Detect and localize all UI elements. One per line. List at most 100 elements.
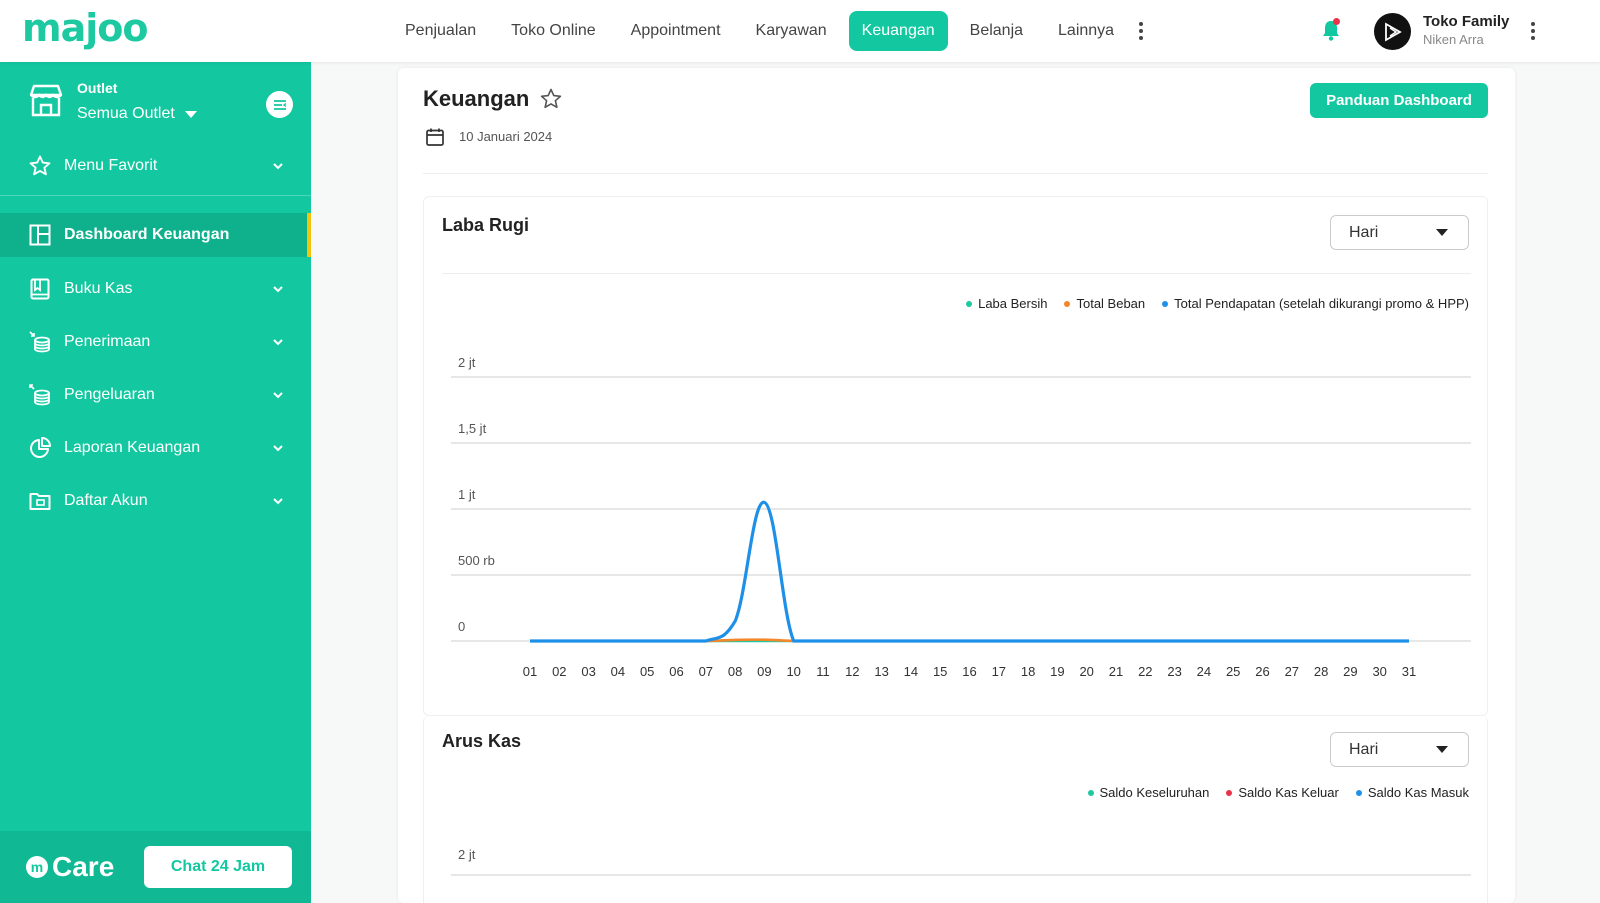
x-tick-label: 07	[699, 664, 713, 679]
y-tick-label: 1 jt	[458, 487, 476, 502]
nav-toko-online[interactable]: Toko Online	[498, 11, 609, 51]
legend-total-pendapatan[interactable]: Total Pendapatan (setelah dikurangi prom…	[1162, 296, 1469, 311]
arus-kas-title: Arus Kas	[442, 731, 522, 751]
x-tick-label: 26	[1255, 664, 1269, 679]
caret-down-icon	[184, 110, 197, 118]
majoo-logo[interactable]: majoo	[22, 6, 148, 50]
sidebar-item-label: Buku Kas	[64, 280, 133, 297]
x-tick-label: 16	[962, 664, 976, 679]
x-tick-label: 25	[1226, 664, 1240, 679]
legend-label: Saldo Kas Masuk	[1367, 785, 1469, 800]
x-tick-label: 31	[1402, 664, 1416, 679]
nav-lainnya[interactable]: Lainnya	[1045, 11, 1127, 51]
x-tick-label: 13	[874, 664, 888, 679]
outlet-label: Outlet	[77, 80, 118, 96]
chevron-down-icon	[273, 498, 283, 505]
y-tick-label: 0	[458, 619, 465, 634]
chevron-down-icon	[273, 286, 283, 293]
x-tick-label: 20	[1079, 664, 1093, 679]
book-icon	[28, 277, 52, 301]
legend-laba-bersih[interactable]: Laba Bersih	[966, 296, 1047, 311]
x-tick-label: 21	[1109, 664, 1123, 679]
legend-dot	[1064, 300, 1071, 307]
sidebar-item-menu-favorit[interactable]: Menu Favorit	[0, 144, 311, 188]
chevron-down-icon	[273, 392, 283, 399]
legend-saldo-kas-keluar[interactable]: Saldo Kas Keluar	[1226, 785, 1339, 800]
legend-label: Saldo Keseluruhan	[1099, 785, 1210, 800]
report-date: 10 Januari 2024	[459, 129, 553, 144]
user-subtitle: Niken Arra	[1423, 32, 1484, 47]
sidebar-item-dashboard-keuangan[interactable]: Dashboard Keuangan	[0, 213, 311, 257]
x-tick-label: 11	[816, 664, 830, 679]
sidebar-item-label: Menu Favorit	[64, 157, 158, 174]
series-total-pendapatan-line	[530, 500, 1409, 643]
care-m-icon: m	[26, 856, 48, 878]
y-tick-label: 1,5 jt	[458, 421, 487, 436]
x-tick-label: 23	[1167, 664, 1181, 679]
header-divider	[423, 173, 1488, 174]
legend-label: Total Pendapatan (setelah dikurangi prom…	[1174, 296, 1469, 311]
legend-label: Total Beban	[1076, 296, 1146, 311]
menu-collapse-icon	[273, 99, 286, 110]
main-nav: Penjualan Toko Online Appointment Karyaw…	[392, 11, 1151, 51]
legend-saldo-kas-masuk[interactable]: Saldo Kas Masuk	[1355, 785, 1469, 800]
laba-rugi-panel: Laba Rugi Hari Laba Bersih Total Beban T…	[423, 196, 1488, 716]
chevron-down-icon	[273, 163, 283, 170]
nav-karyawan[interactable]: Karyawan	[743, 11, 840, 51]
x-tick-label: 14	[904, 664, 918, 679]
calendar-icon	[426, 128, 444, 146]
sidebar-item-label: Pengeluaran	[64, 386, 155, 403]
x-tick-label: 15	[933, 664, 947, 679]
nav-appointment[interactable]: Appointment	[618, 11, 734, 51]
nav-belanja[interactable]: Belanja	[957, 11, 1036, 51]
sidebar-item-laporan-keuangan[interactable]: Laporan Keuangan	[0, 426, 311, 470]
outlet-value: Semua Outlet	[77, 105, 175, 122]
sidebar-item-daftar-akun[interactable]: Daftar Akun	[0, 479, 311, 523]
top-navigation-bar: majoo Penjualan Toko Online Appointment …	[0, 0, 1600, 62]
user-name[interactable]: Toko Family	[1423, 13, 1509, 30]
legend-dot	[1226, 789, 1233, 796]
nav-keuangan[interactable]: Keuangan	[848, 11, 948, 51]
x-tick-label: 03	[581, 664, 595, 679]
x-tick-label: 30	[1372, 664, 1386, 679]
panel-divider	[442, 273, 1471, 274]
more-vertical-icon[interactable]	[1131, 11, 1151, 51]
sidebar-item-buku-kas[interactable]: Buku Kas	[0, 267, 311, 311]
laba-rugi-period-select[interactable]: Hari	[1330, 215, 1469, 250]
laba-rugi-chart: 0 500 rb 1 jt 1,5 jt 2 jt 01 02 03 04 05 06 07 08 09 1…	[451, 355, 1471, 679]
legend-dot	[1162, 300, 1169, 307]
sidebar-item-penerimaan[interactable]: Penerimaan	[0, 320, 311, 364]
folder-icon	[28, 489, 52, 513]
x-tick-label: 29	[1343, 664, 1357, 679]
layout-icon	[28, 223, 52, 247]
x-tick-label: 12	[845, 664, 859, 679]
nav-penjualan[interactable]: Penjualan	[392, 11, 489, 51]
x-tick-label: 04	[611, 664, 625, 679]
y-tick-label: 2 jt	[458, 355, 476, 370]
sidebar: Outlet Semua Outlet Menu Favorit Dashboa…	[0, 62, 311, 903]
arus-kas-legend: Saldo Keseluruhan Saldo Kas Keluar Saldo…	[1087, 785, 1469, 800]
user-menu-icon[interactable]	[1527, 20, 1539, 42]
legend-label: Saldo Kas Keluar	[1238, 785, 1339, 800]
sidebar-item-pengeluaran[interactable]: Pengeluaran	[0, 373, 311, 417]
outlet-selector[interactable]: Semua Outlet	[77, 105, 197, 123]
store-logo-icon	[1384, 21, 1402, 42]
store-icon	[29, 84, 63, 117]
legend-total-beban[interactable]: Total Beban	[1064, 296, 1145, 311]
arus-kas-period-select[interactable]: Hari	[1330, 732, 1469, 767]
collapse-sidebar-button[interactable]	[266, 91, 293, 118]
sidebar-divider	[0, 195, 311, 196]
sidebar-item-label: Daftar Akun	[64, 492, 148, 509]
sidebar-item-label: Dashboard Keuangan	[64, 226, 230, 243]
coins-out-icon	[28, 383, 52, 407]
laba-rugi-title: Laba Rugi	[442, 215, 530, 235]
x-tick-label: 06	[669, 664, 683, 679]
legend-saldo-keseluruhan[interactable]: Saldo Keseluruhan	[1087, 785, 1210, 800]
coins-in-icon	[28, 330, 52, 354]
favorite-star-icon[interactable]	[539, 87, 563, 111]
panduan-dashboard-button[interactable]: Panduan Dashboard	[1310, 83, 1488, 118]
chat-24-jam-button[interactable]: Chat 24 Jam	[144, 846, 292, 888]
x-tick-label: 17	[992, 664, 1006, 679]
sidebar-item-label: Laporan Keuangan	[64, 439, 201, 456]
avatar[interactable]	[1374, 13, 1411, 50]
